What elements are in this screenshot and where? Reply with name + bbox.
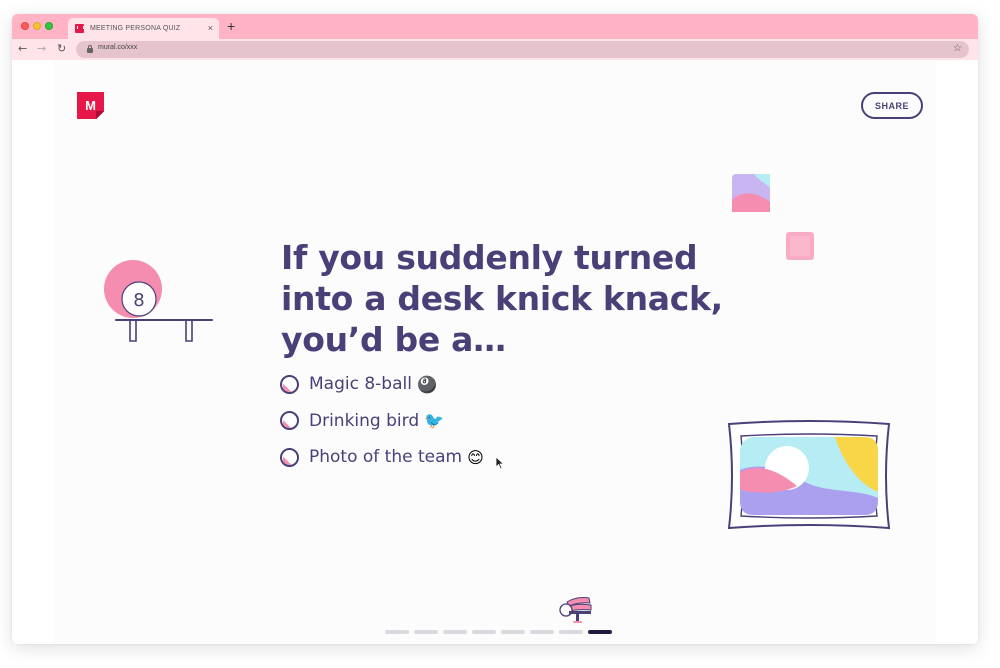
progress-segment bbox=[385, 630, 409, 634]
browser-window: MEETING PERSONA QUIZ × + ← → ↻ mural.co/… bbox=[12, 14, 978, 644]
forward-arrow-icon[interactable]: → bbox=[37, 41, 46, 57]
tab-close-icon[interactable]: × bbox=[208, 23, 213, 33]
browser-toolbar: ← → ↻ mural.co/xxx ☆ bbox=[12, 39, 978, 60]
progress-segment bbox=[443, 630, 467, 634]
url-text[interactable]: mural.co/xxx bbox=[98, 44, 137, 51]
option-label: Drinking bird bbox=[309, 410, 420, 431]
reload-icon[interactable]: ↻ bbox=[57, 41, 66, 57]
tab-title: MEETING PERSONA QUIZ bbox=[90, 25, 181, 32]
bookmark-star-icon[interactable]: ☆ bbox=[953, 42, 962, 56]
decorative-square-pink bbox=[786, 232, 814, 260]
browser-titlebar: MEETING PERSONA QUIZ × + bbox=[12, 14, 978, 39]
progress-segment-current bbox=[588, 630, 612, 634]
progress-segment bbox=[472, 630, 496, 634]
close-window-button[interactable] bbox=[21, 22, 29, 30]
mural-favicon-icon bbox=[75, 24, 84, 33]
radio-icon[interactable] bbox=[280, 411, 299, 430]
stapler-progress-icon bbox=[559, 597, 592, 623]
decorative-square-gradient bbox=[732, 174, 770, 212]
quiz-progress-bar bbox=[385, 630, 617, 634]
progress-segment bbox=[530, 630, 554, 634]
answer-options: Magic 8-ball 🎱 Drinking bird 🐦 Photo of … bbox=[280, 372, 484, 482]
mouse-cursor-icon bbox=[495, 456, 505, 470]
smile-emoji-icon: 😊 bbox=[467, 447, 484, 467]
progress-segment bbox=[414, 630, 438, 634]
option-drinking-bird[interactable]: Drinking bird 🐦 bbox=[280, 409, 484, 433]
minimize-window-button[interactable] bbox=[33, 22, 41, 30]
new-tab-button[interactable]: + bbox=[227, 18, 235, 34]
eight-ball-emoji-icon: 🎱 bbox=[416, 374, 437, 394]
option-magic-8-ball[interactable]: Magic 8-ball 🎱 bbox=[280, 372, 484, 396]
lock-icon bbox=[87, 45, 93, 53]
progress-segment bbox=[559, 630, 583, 634]
back-arrow-icon[interactable]: ← bbox=[18, 41, 27, 57]
maximize-window-button[interactable] bbox=[45, 22, 53, 30]
address-bar[interactable]: mural.co/xxx ☆ bbox=[76, 41, 969, 58]
option-photo-of-the-team[interactable]: Photo of the team 😊 bbox=[280, 445, 484, 469]
bird-emoji-icon: 🐦 bbox=[424, 411, 445, 430]
radio-icon[interactable] bbox=[280, 374, 299, 394]
radio-icon[interactable] bbox=[280, 447, 299, 467]
page-content: M SHARE 8 If you suddenly turned into a … bbox=[12, 60, 978, 644]
option-label: Magic 8-ball bbox=[309, 374, 412, 394]
eight-ball-shelf-illustration: 8 bbox=[104, 260, 213, 342]
share-button[interactable]: SHARE bbox=[861, 92, 923, 119]
option-label: Photo of the team bbox=[309, 447, 463, 467]
framed-team-photo-illustration bbox=[727, 420, 891, 530]
eight-ball-number: 8 bbox=[133, 290, 144, 311]
progress-segment bbox=[501, 630, 525, 634]
quiz-question: If you suddenly turned into a desk knick… bbox=[281, 238, 723, 359]
browser-tab[interactable]: MEETING PERSONA QUIZ × bbox=[68, 18, 219, 39]
